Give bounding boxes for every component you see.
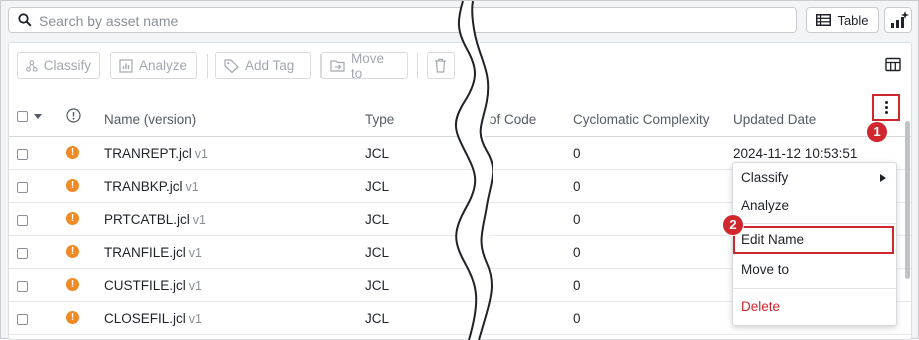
insights-button[interactable] <box>884 7 912 33</box>
asset-name[interactable]: CLOSEFIL.jcl v1 <box>104 309 202 329</box>
row-checkbox[interactable] <box>17 248 28 259</box>
menu-item-label: Move to <box>741 262 790 277</box>
asset-name-text: PRTCATBL.jcl <box>104 212 190 227</box>
search-box[interactable] <box>8 7 797 33</box>
table-view-button[interactable]: Table <box>806 7 879 33</box>
menu-item-label: Delete <box>741 299 781 314</box>
row-context-menu: Classify Analyze Edit Name Move to Delet… <box>732 162 897 326</box>
info-circle-icon <box>66 108 81 123</box>
asset-type: JCL <box>365 311 390 326</box>
callout-badge-1: 1 <box>867 122 887 142</box>
columns-grid-icon[interactable] <box>885 57 901 73</box>
asset-name-text: CLOSEFIL.jcl <box>104 311 186 326</box>
table-icon <box>816 14 832 26</box>
analyze-button[interactable]: Analyze <box>110 52 197 79</box>
warning-icon: ! <box>66 212 79 225</box>
menu-divider <box>733 223 896 224</box>
search-icon <box>18 13 32 27</box>
asset-complexity: 0 <box>573 278 581 293</box>
column-break-squiggle <box>455 1 493 340</box>
menu-item-label: Edit Name <box>741 232 805 247</box>
menu-item-move-to[interactable]: Move to <box>733 256 896 284</box>
add-tag-button[interactable]: Add Tag <box>215 52 311 79</box>
asset-updated-date: 2024-11-12 10:53:51 <box>733 146 858 161</box>
classify-label: Classify <box>43 58 91 73</box>
add-tag-label: Add Tag <box>245 58 295 73</box>
move-to-label: Move to <box>351 50 385 81</box>
delete-button[interactable] <box>427 52 455 79</box>
folder-move-icon <box>330 60 345 72</box>
toolbar-divider <box>207 54 208 78</box>
table-view-label: Table <box>837 12 869 28</box>
asset-complexity: 0 <box>573 146 581 161</box>
asset-type: JCL <box>365 179 390 194</box>
asset-complexity: 0 <box>573 212 581 227</box>
search-input[interactable] <box>37 11 781 31</box>
asset-version: v1 <box>194 147 208 161</box>
warning-icon: ! <box>66 311 79 324</box>
classify-button[interactable]: Classify <box>17 52 100 79</box>
asset-version: v1 <box>188 246 202 260</box>
column-header-type[interactable]: Type <box>365 103 394 137</box>
menu-item-delete[interactable]: Delete <box>733 293 896 321</box>
asset-name[interactable]: CUSTFILE.jcl v1 <box>104 276 202 296</box>
warning-icon: ! <box>66 278 79 291</box>
asset-complexity: 0 <box>573 179 581 194</box>
chevron-right-icon <box>880 174 886 182</box>
chart-sparkle-icon <box>891 11 909 28</box>
move-to-button[interactable]: Move to <box>321 50 408 81</box>
column-header-name[interactable]: Name (version) <box>104 103 196 137</box>
asset-name[interactable]: TRANREPT.jcl v1 <box>104 144 208 164</box>
row-actions-button[interactable] <box>872 94 900 121</box>
trash-icon <box>435 58 446 73</box>
warning-icon: ! <box>66 146 79 159</box>
menu-item-label: Classify <box>741 170 789 185</box>
row-checkbox[interactable] <box>17 149 28 160</box>
row-checkbox[interactable] <box>17 182 28 193</box>
asset-complexity: 0 <box>573 311 581 326</box>
asset-type: JCL <box>365 146 390 161</box>
warning-icon: ! <box>66 245 79 258</box>
menu-item-classify[interactable]: Classify <box>733 164 896 192</box>
column-header-lines-of-code[interactable]: of Code <box>489 103 536 137</box>
asset-version: v1 <box>192 213 206 227</box>
app-window: Table Classify <box>0 0 919 340</box>
asset-type: JCL <box>365 245 390 260</box>
asset-version: v1 <box>188 279 202 293</box>
asset-version: v1 <box>188 312 202 326</box>
menu-item-analyze[interactable]: Analyze <box>733 192 896 220</box>
select-all-checkbox[interactable] <box>17 111 28 122</box>
asset-name-text: TRANFILE.jcl <box>104 245 186 260</box>
row-checkbox[interactable] <box>17 215 28 226</box>
asset-name-text: CUSTFILE.jcl <box>104 278 186 293</box>
row-checkbox[interactable] <box>17 281 28 292</box>
column-header-cyclomatic-complexity[interactable]: Cyclomatic Complexity <box>573 103 710 137</box>
asset-name[interactable]: PRTCATBL.jcl v1 <box>104 210 206 230</box>
tag-icon <box>224 58 239 73</box>
caret-down-icon[interactable] <box>34 114 42 119</box>
row-checkbox[interactable] <box>17 314 28 325</box>
asset-name-text: TRANREPT.jcl <box>104 146 192 161</box>
analyze-label: Analyze <box>139 58 188 73</box>
asset-version: v1 <box>185 180 199 194</box>
asset-name[interactable]: TRANFILE.jcl v1 <box>104 243 202 263</box>
asset-type: JCL <box>365 212 390 227</box>
asset-name-text: TRANBKP.jcl <box>104 179 183 194</box>
toolbar-divider <box>417 54 418 78</box>
analysis-chart-icon <box>119 58 133 73</box>
warning-icon: ! <box>66 179 79 192</box>
hierarchy-icon <box>26 59 38 72</box>
asset-name[interactable]: TRANBKP.jcl v1 <box>104 177 199 197</box>
callout-badge-2: 2 <box>723 215 743 235</box>
menu-item-edit-name[interactable]: Edit Name <box>733 226 894 254</box>
menu-divider <box>733 288 896 289</box>
asset-complexity: 0 <box>573 245 581 260</box>
menu-item-label: Analyze <box>741 198 790 213</box>
asset-type: JCL <box>365 278 390 293</box>
vertical-scrollbar[interactable] <box>905 121 910 279</box>
column-header-updated-date[interactable]: Updated Date <box>733 103 816 137</box>
